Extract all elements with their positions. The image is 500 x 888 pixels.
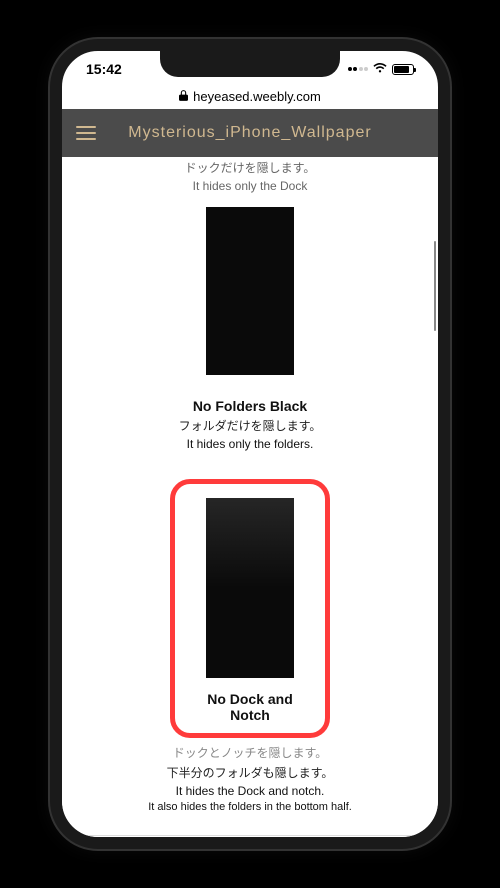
scroll-indicator[interactable] <box>434 241 437 331</box>
phone-frame: 15:42 heyeased.weebly.com Mysterious_i <box>50 39 450 849</box>
wallpaper-item-1 <box>206 207 294 380</box>
status-indicators <box>348 61 415 77</box>
device-notch <box>160 51 340 77</box>
item1-title: No Folders Black <box>62 398 438 414</box>
item2-jp2: 下半分のフォルダも隠します。 <box>62 764 438 781</box>
signal-icon <box>348 67 369 71</box>
highlighted-wallpaper: No Dock and Notch <box>170 479 330 738</box>
peek-en-text: It hides only the Dock <box>62 177 438 195</box>
browser-url-bar[interactable]: heyeased.weebly.com <box>62 83 438 109</box>
item2-desc: It hides the Dock and notch. <box>62 784 438 798</box>
item1-jp: フォルダだけを隠します。 <box>62 417 438 434</box>
item2-jp-partial: ドックとノッチを隠します。 <box>62 744 438 761</box>
wifi-icon <box>372 61 388 77</box>
wallpaper-thumbnail[interactable] <box>206 207 294 375</box>
site-title[interactable]: Mysterious_iPhone_Wallpaper <box>76 124 424 142</box>
peek-jp-text: ドックだけを隠します。 <box>62 159 438 177</box>
url-text: heyeased.weebly.com <box>193 89 321 104</box>
status-time: 15:42 <box>86 61 122 77</box>
wallpaper-thumbnail-highlighted[interactable] <box>206 498 294 678</box>
item2-title: No Dock and Notch <box>189 691 311 723</box>
item2-desc2: It also hides the folders in the bottom … <box>62 801 438 813</box>
section-divider <box>82 835 418 836</box>
site-header: Mysterious_iPhone_Wallpaper <box>62 109 438 157</box>
battery-icon <box>392 64 414 75</box>
lock-icon <box>179 89 188 104</box>
item1-desc: It hides only the folders. <box>62 437 438 451</box>
page-content[interactable]: ドックだけを隠します。 It hides only the Dock No Fo… <box>62 109 438 837</box>
